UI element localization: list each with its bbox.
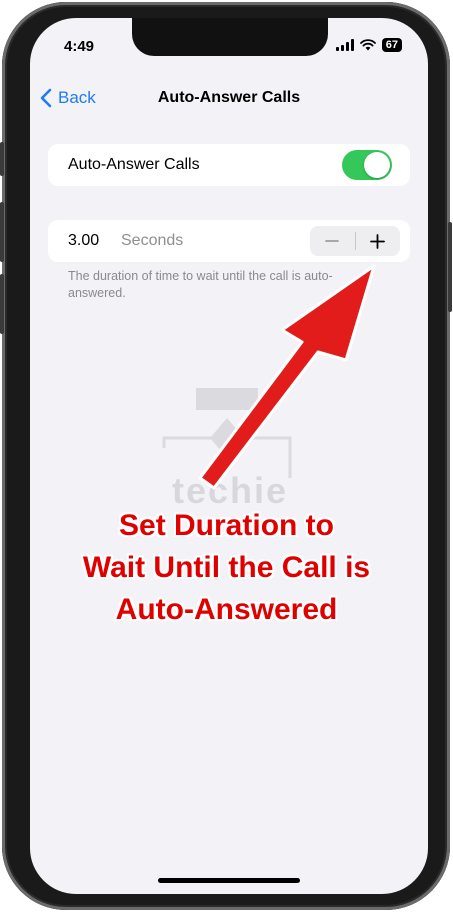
duration-stepper xyxy=(310,226,400,256)
duration-row: 3.00 Seconds xyxy=(48,220,410,262)
navigation-bar: Back Auto-Answer Calls xyxy=(30,78,428,118)
ringer-switch xyxy=(0,142,4,176)
status-time: 4:49 xyxy=(64,38,95,55)
toggle-knob xyxy=(364,152,390,178)
duration-value: 3.00 xyxy=(68,232,100,249)
status-icons: 67 xyxy=(335,38,402,52)
annotation-line-2: Wait Until the Call is xyxy=(82,551,371,584)
volume-down-button xyxy=(0,274,4,334)
cellular-signal-icon xyxy=(335,39,354,51)
home-indicator xyxy=(158,878,300,883)
plus-icon xyxy=(370,233,386,249)
annotation-line-3: Auto-Answered xyxy=(115,593,338,626)
annotation-caption: Set Duration to Wait Until the Call is A… xyxy=(20,505,433,631)
minus-icon xyxy=(325,240,340,242)
notch xyxy=(132,18,328,56)
duration-unit: Seconds xyxy=(121,232,184,249)
volume-up-button xyxy=(0,202,4,262)
battery-icon: 67 xyxy=(381,38,402,52)
page-title: Auto-Answer Calls xyxy=(157,89,301,106)
increment-button[interactable] xyxy=(355,226,400,256)
decrement-button[interactable] xyxy=(310,226,355,256)
duration-footer-note: The duration of time to wait until the c… xyxy=(68,269,333,300)
annotation-line-1: Set Duration to xyxy=(119,509,334,542)
wifi-icon xyxy=(359,39,376,51)
phone-frame: 4:49 67 Back Auto-Answer Calls Auto-Answ… xyxy=(0,2,452,910)
power-button xyxy=(448,222,452,312)
screen: 4:49 67 Back Auto-Answer Calls Auto-Answ… xyxy=(30,18,428,894)
watermark-shape xyxy=(162,388,292,478)
auto-answer-row: Auto-Answer Calls xyxy=(48,144,410,186)
auto-answer-toggle[interactable] xyxy=(342,150,392,180)
auto-answer-label: Auto-Answer Calls xyxy=(68,156,200,173)
